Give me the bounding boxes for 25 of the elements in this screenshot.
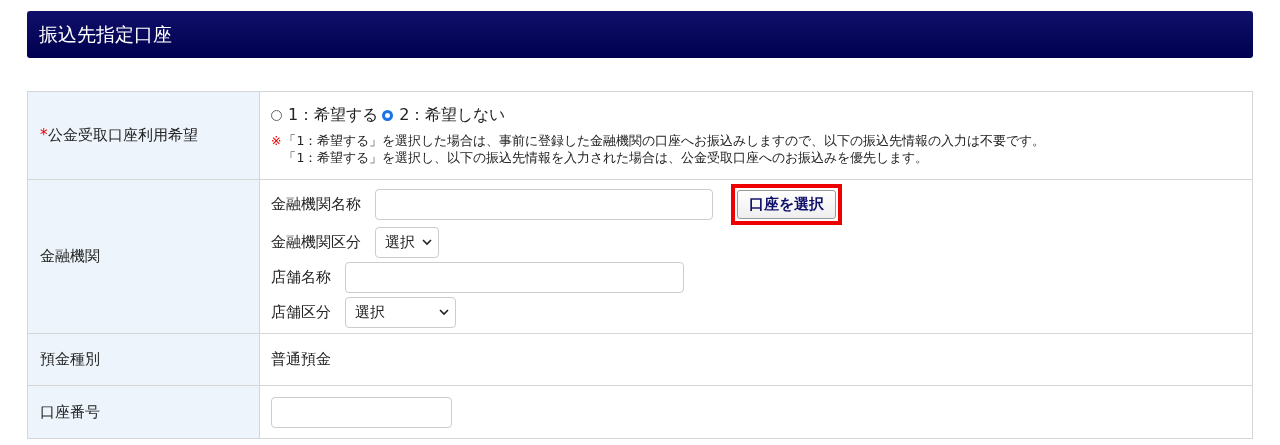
text-field[interactable]	[271, 396, 452, 428]
radio-icon[interactable]	[382, 110, 394, 121]
note-text: 「1：希望する」を選択した場合は、事前に登録した金融機関の口座へお振込みしますので、以下の振込先情報の入力は不要です。	[283, 132, 1047, 149]
field-label: 店舗名称	[271, 267, 331, 287]
chevron-down-icon	[439, 308, 449, 316]
note-text: 「1：希望する」を選択し、以下の振込先情報を入力された場合は、公金受取口座へのお振込みを優先します。	[283, 149, 930, 166]
row-label: *公金受取口座利用希望	[40, 126, 198, 145]
select-dropdown[interactable]: 選択	[375, 226, 439, 258]
select-account-button[interactable]: 口座を選択	[737, 189, 836, 219]
select-dropdown[interactable]: 選択	[345, 296, 456, 328]
row-label: 金融機関	[40, 247, 100, 266]
note-mark: ※	[271, 132, 282, 149]
field-label: 金融機関名称	[271, 194, 361, 214]
radio-option[interactable]: 1：希望する	[271, 105, 379, 126]
text-field[interactable]	[345, 261, 684, 293]
chevron-down-icon	[422, 238, 432, 246]
section-title: 振込先指定口座	[27, 11, 1253, 58]
text-field[interactable]	[375, 188, 713, 220]
field-label: 店舗区分	[271, 302, 331, 322]
row-label: 預金種別	[40, 350, 100, 369]
radio-icon[interactable]	[271, 110, 282, 121]
radio-option[interactable]: 2：希望しない	[382, 105, 506, 126]
row-label: 口座番号	[40, 402, 100, 422]
field-label: 金融機関区分	[271, 232, 361, 252]
value-text: 普通預金	[271, 350, 332, 369]
